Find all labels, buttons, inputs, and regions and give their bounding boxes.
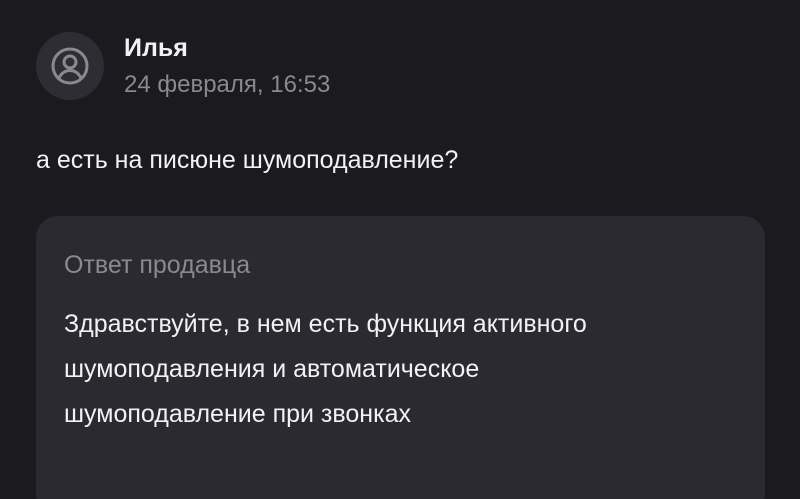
author-name[interactable]: Илья (124, 32, 330, 64)
review-header: Илья 24 февраля, 16:53 (36, 32, 330, 100)
review-comment: а есть на писюне шумоподавление? (36, 146, 459, 174)
avatar[interactable] (36, 32, 104, 100)
review-card: Илья 24 февраля, 16:53 а есть на писюне … (0, 0, 800, 499)
review-date: 24 февраля, 16:53 (124, 71, 331, 98)
seller-reply-text: Здравствуйте, в нем есть функция активно… (64, 310, 587, 428)
seller-reply-title: Ответ продавца (64, 251, 251, 279)
seller-reply: Ответ продавца Здравствуйте, в нем есть … (36, 216, 765, 499)
review-meta: Илья 24 февраля, 16:53 (124, 32, 330, 100)
user-avatar-icon (51, 47, 89, 85)
